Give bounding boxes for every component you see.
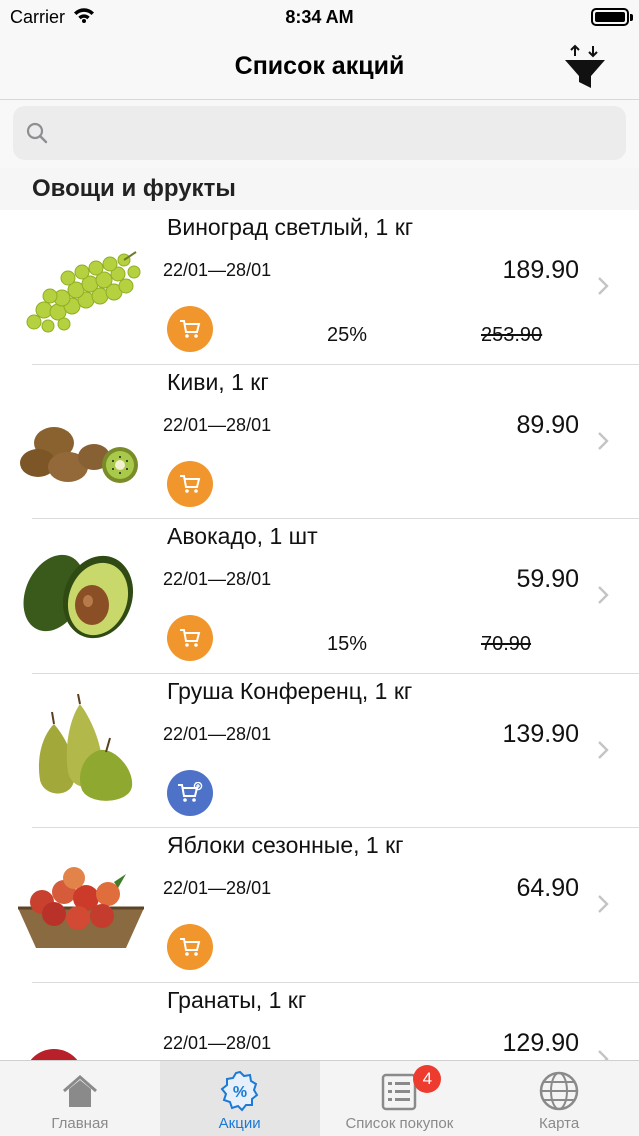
tab-label: Главная	[51, 1115, 109, 1132]
product-image-avocado	[23, 554, 134, 639]
product-price: 139.90	[502, 719, 579, 748]
nav-bar: Список акций	[0, 34, 639, 100]
add-to-cart-button[interactable]	[167, 306, 213, 352]
chevron-right-icon	[598, 740, 609, 759]
product-name: Яблоки сезонные, 1 кг	[167, 832, 404, 858]
add-to-cart-button[interactable]	[167, 924, 213, 970]
old-price: 70.90	[481, 633, 532, 655]
tab-home[interactable]: Главная	[0, 1061, 160, 1136]
section-header: Овощи и фрукты	[0, 168, 639, 210]
percent-badge-icon: %	[220, 1070, 258, 1112]
product-price: 64.90	[516, 874, 579, 902]
product-name: Виноград светлый, 1 кг	[167, 214, 414, 240]
add-to-cart-button[interactable]	[167, 615, 213, 661]
product-image-kiwi	[20, 426, 138, 483]
product-image-grapes	[26, 251, 141, 333]
discount-percent: 15%	[327, 633, 368, 655]
cart-icon	[180, 629, 201, 647]
old-price: 253.90	[481, 324, 543, 346]
product-image-pears	[38, 693, 133, 801]
promo-dates: 22/01—28/01	[163, 1032, 272, 1053]
status-bar: Carrier 8:34 AM	[0, 0, 639, 34]
product-name: Груша Конференц, 1 кг	[167, 677, 413, 704]
chevron-right-icon	[598, 895, 609, 913]
discount-percent: 25%	[327, 324, 368, 346]
chevron-right-icon	[598, 277, 609, 295]
tab-label: Список покупок	[345, 1115, 454, 1132]
list-item[interactable]: Гранаты, 1 кг 22/01—28/01 129.90	[0, 983, 639, 1060]
search-icon	[26, 122, 48, 144]
wifi-icon	[73, 7, 95, 28]
tab-promotions[interactable]: % Акции	[159, 1061, 320, 1136]
promo-dates: 22/01—28/01	[163, 878, 272, 898]
list-item[interactable]: Киви, 1 кг 22/01—28/01 89.90	[0, 365, 639, 519]
product-price: 129.90	[502, 1028, 579, 1057]
cart-count-badge: 4	[413, 1065, 442, 1093]
product-image-apples	[18, 867, 144, 948]
add-to-cart-button[interactable]	[167, 460, 213, 507]
tab-label: Карта	[539, 1115, 580, 1132]
cart-icon	[180, 938, 201, 956]
tab-map[interactable]: Карта	[479, 1061, 639, 1136]
svg-text:%: %	[233, 1084, 247, 1101]
product-name: Гранаты, 1 кг	[167, 986, 307, 1013]
list-item[interactable]: Груша Конференц, 1 кг 22/01—28/01 139.90	[0, 674, 639, 828]
funnel-sort-icon	[565, 44, 605, 88]
chevron-right-icon	[598, 586, 609, 604]
product-image-pomegranate	[30, 1048, 78, 1060]
product-name: Киви, 1 кг	[167, 368, 269, 395]
promo-dates: 22/01—28/01	[163, 723, 272, 744]
search-input[interactable]	[59, 121, 626, 145]
product-price: 189.90	[502, 256, 579, 284]
list-item[interactable]: Виноград светлый, 1 кг 22/01—28/01 189.9…	[0, 210, 639, 365]
promo-dates: 22/01—28/01	[163, 414, 272, 435]
product-price: 89.90	[516, 410, 579, 439]
add-to-shopping-list-button[interactable]	[167, 769, 213, 816]
tab-bar: Главная % Акции 4 Список покупок Карта	[0, 1060, 639, 1136]
search-field[interactable]	[13, 106, 626, 160]
tab-shopping-list[interactable]: 4 Список покупок	[320, 1061, 480, 1136]
chevron-right-icon	[598, 431, 609, 450]
promo-dates: 22/01—28/01	[163, 260, 272, 280]
carrier-label: Carrier	[10, 6, 66, 27]
chevron-right-icon	[598, 1049, 609, 1060]
status-left: Carrier	[10, 7, 95, 28]
globe-icon	[539, 1071, 579, 1111]
status-time: 8:34 AM	[285, 6, 354, 27]
product-price: 59.90	[516, 565, 579, 593]
promo-list[interactable]: Виноград светлый, 1 кг 22/01—28/01 189.9…	[0, 210, 639, 1060]
battery-icon	[591, 8, 633, 26]
home-icon	[62, 1075, 97, 1107]
promo-dates: 22/01—28/01	[163, 569, 272, 589]
search-bar	[0, 100, 639, 168]
list-item[interactable]: Яблоки сезонные, 1 кг 22/01—28/01 64.90	[0, 828, 639, 983]
cart-icon	[180, 320, 201, 338]
cart-icon	[180, 474, 201, 493]
page-title: Список акций	[234, 52, 405, 80]
list-item[interactable]: Авокадо, 1 шт 22/01—28/01 59.90 15% 70.9…	[0, 519, 639, 674]
tab-label: Акции	[218, 1115, 261, 1132]
filter-sort-button[interactable]	[561, 42, 609, 94]
cart-plus-icon	[178, 781, 203, 802]
product-name: Авокадо, 1 шт	[167, 523, 318, 549]
